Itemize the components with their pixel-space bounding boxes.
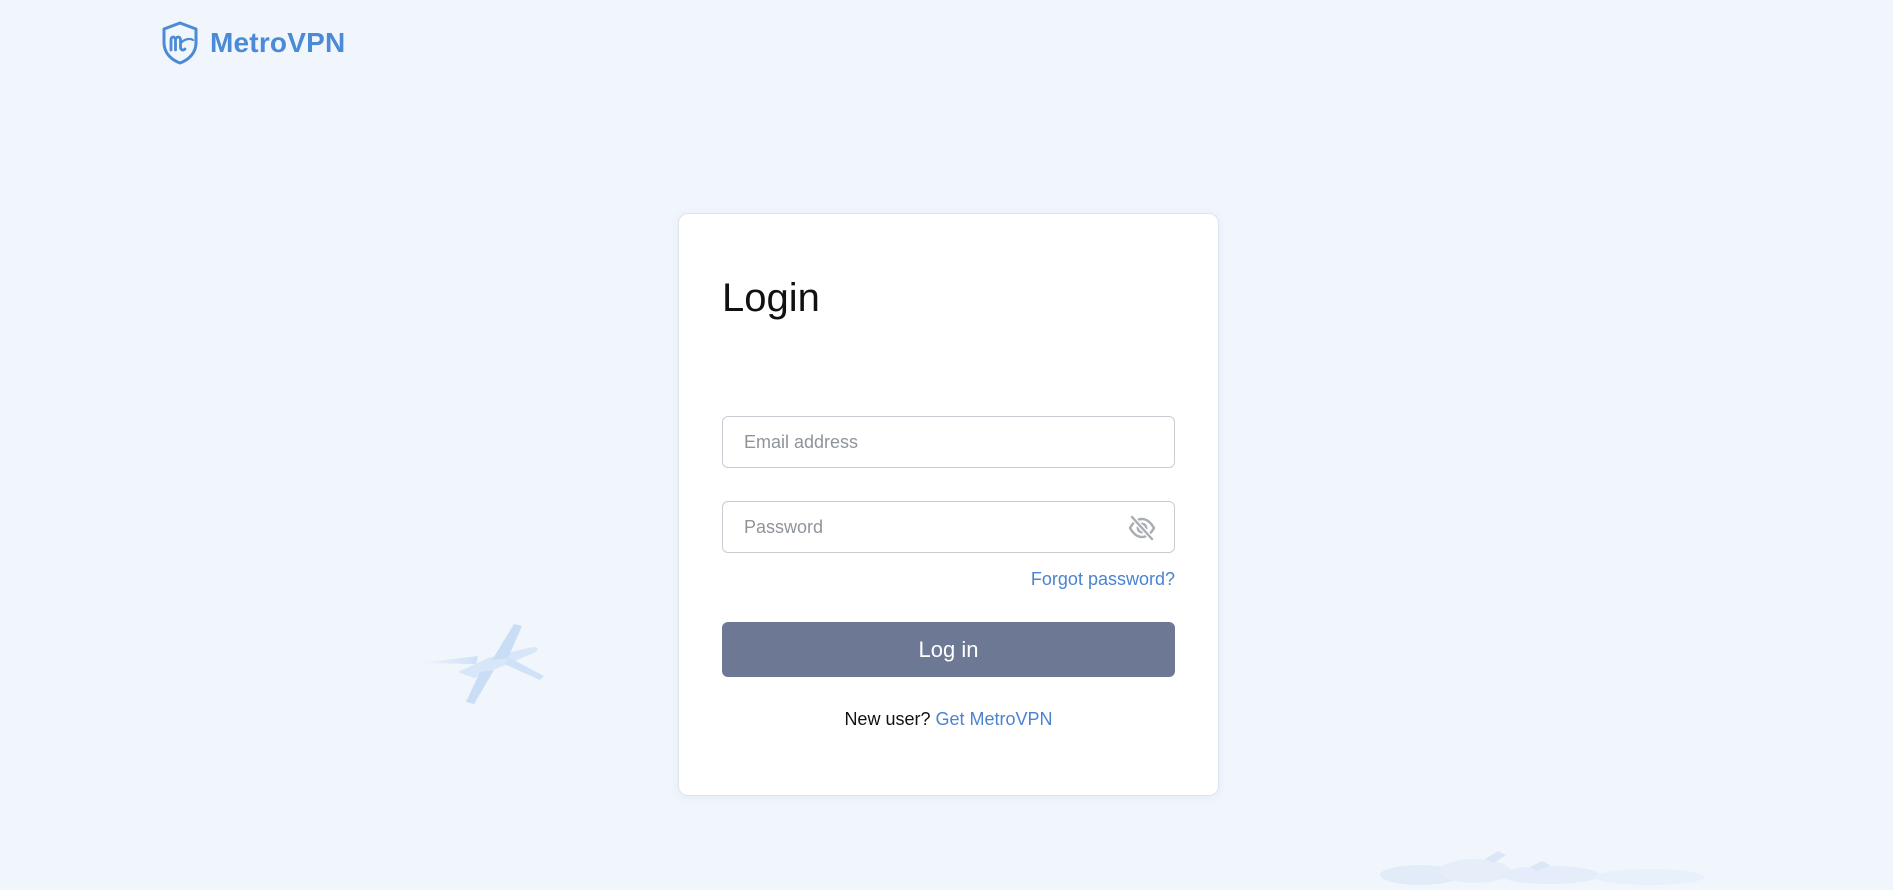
login-card: Login Forgot password? Log in New user? … (678, 213, 1219, 796)
signup-prompt: New user? (844, 709, 931, 729)
email-field-container (722, 416, 1175, 468)
password-field[interactable] (723, 502, 1174, 552)
password-field-container (722, 501, 1175, 553)
get-metrovpn-link[interactable]: Get MetroVPN (936, 709, 1053, 729)
brand-name: MetroVPN (210, 27, 346, 58)
signup-prompt-row: New user? Get MetroVPN (679, 709, 1218, 730)
login-button[interactable]: Log in (722, 622, 1175, 677)
clouds-icon (1380, 845, 1710, 890)
brand-home-link[interactable]: MetroVPN (160, 20, 345, 66)
email-field[interactable] (723, 417, 1174, 467)
forgot-password-link[interactable]: Forgot password? (1031, 569, 1175, 590)
page-title: Login (722, 276, 820, 320)
eye-off-icon[interactable] (1128, 514, 1156, 542)
metrovpn-shield-logo-icon (160, 20, 200, 66)
airplane-icon (418, 618, 548, 713)
